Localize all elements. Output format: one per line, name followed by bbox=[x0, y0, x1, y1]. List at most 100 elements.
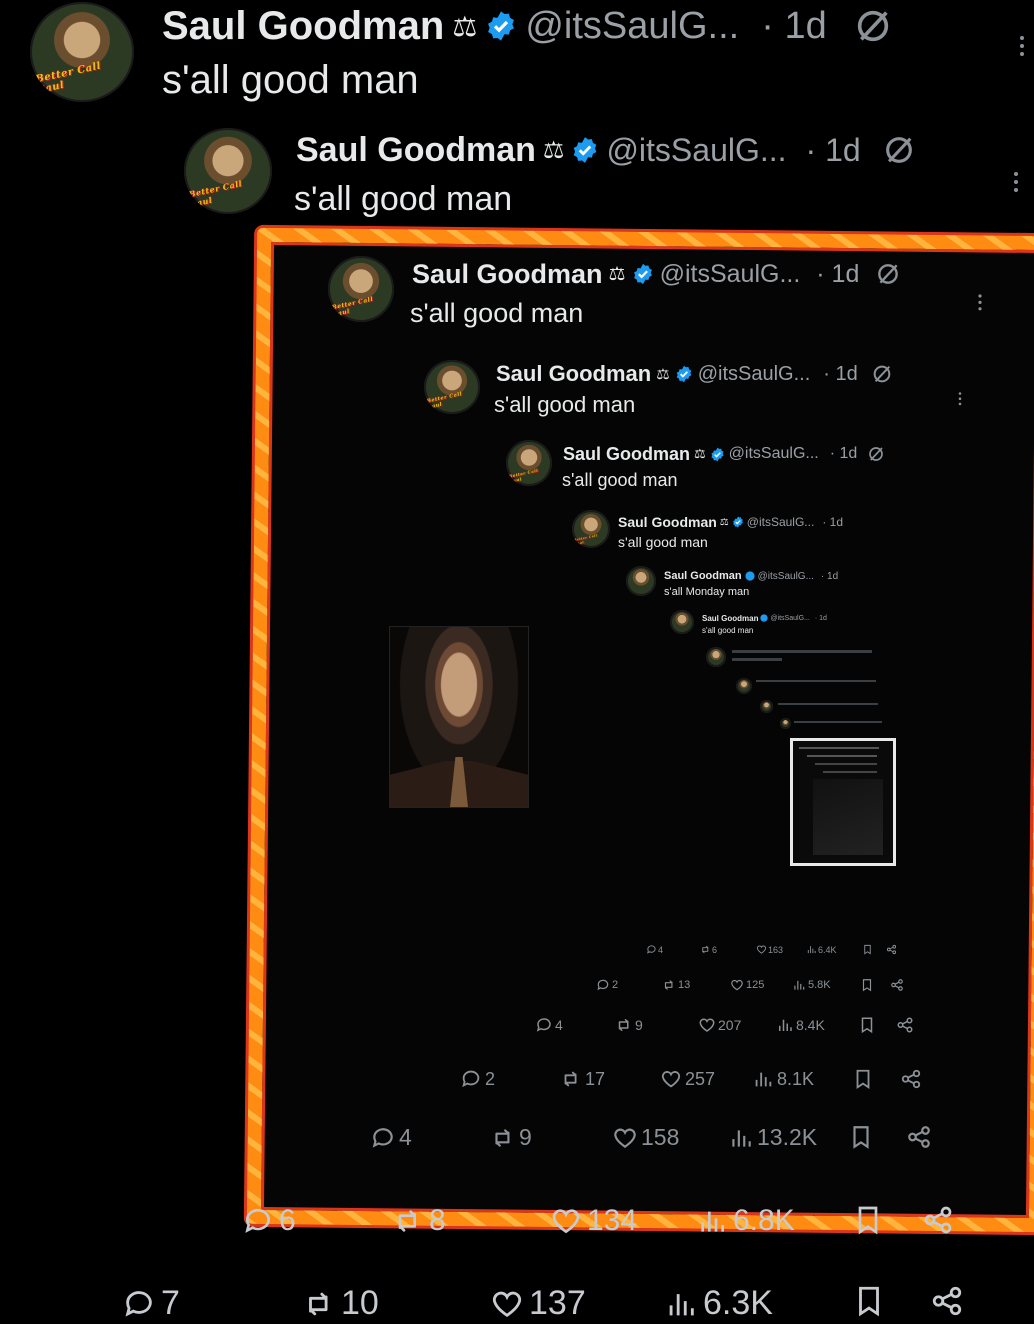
avatar[interactable]: Better Call Saul bbox=[184, 128, 272, 214]
reply-button[interactable]: 4 bbox=[535, 1016, 563, 1034]
views-button[interactable]: 6.8K bbox=[696, 1204, 795, 1238]
like-button[interactable]: 163 bbox=[756, 944, 783, 955]
author-handle[interactable]: @itsSaulG... bbox=[525, 5, 739, 48]
like-button[interactable]: 125 bbox=[730, 978, 764, 992]
views-count: 8.4K bbox=[796, 1017, 825, 1033]
views-button[interactable]: 6.4K bbox=[806, 944, 837, 955]
tweet-text: s'all good man bbox=[618, 534, 708, 550]
author-handle[interactable]: @itsSaulG... bbox=[698, 363, 811, 386]
bookmark-button[interactable] bbox=[852, 1284, 886, 1318]
timestamp[interactable]: · 1d bbox=[806, 132, 861, 169]
share-button[interactable] bbox=[886, 944, 897, 955]
avatar[interactable] bbox=[670, 610, 694, 634]
share-button[interactable] bbox=[922, 1204, 954, 1236]
reply-button[interactable]: 6 bbox=[242, 1204, 296, 1238]
avatar bbox=[736, 678, 752, 694]
reply-button[interactable]: 4 bbox=[646, 944, 663, 955]
reply-button[interactable]: 4 bbox=[370, 1124, 412, 1151]
avatar[interactable] bbox=[626, 566, 656, 596]
timestamp[interactable]: · 1d bbox=[830, 445, 858, 463]
avatar[interactable]: Better Call Saul bbox=[424, 360, 480, 414]
like-button[interactable]: 137 bbox=[490, 1284, 586, 1323]
author-handle[interactable]: @itsSaulG... bbox=[770, 615, 809, 622]
avatar[interactable]: Better Call Saul bbox=[30, 2, 134, 102]
repost-button[interactable]: 6 bbox=[700, 944, 717, 955]
bookmark-button[interactable] bbox=[862, 944, 873, 955]
verified-icon bbox=[676, 365, 691, 383]
avatar bbox=[706, 647, 726, 667]
bookmark-icon bbox=[864, 944, 871, 955]
share-button[interactable] bbox=[930, 1284, 964, 1318]
author-name[interactable]: Saul Goodman bbox=[496, 361, 651, 387]
repost-icon bbox=[618, 1019, 629, 1031]
verified-icon bbox=[745, 571, 755, 581]
repost-button[interactable]: 17 bbox=[560, 1068, 605, 1090]
repost-button[interactable]: 9 bbox=[615, 1016, 643, 1034]
share-button[interactable] bbox=[906, 1124, 932, 1150]
bookmark-button[interactable] bbox=[852, 1068, 874, 1090]
grok-icon[interactable] bbox=[875, 261, 901, 287]
avatar[interactable]: Better Call Saul bbox=[506, 440, 552, 486]
bookmark-button[interactable] bbox=[852, 1204, 884, 1236]
bookmark-button[interactable] bbox=[858, 1016, 876, 1034]
grok-icon[interactable] bbox=[871, 363, 893, 385]
avatar[interactable]: Better Call Saul bbox=[328, 256, 394, 322]
author-name[interactable]: Saul Goodman bbox=[664, 570, 742, 582]
author-name[interactable]: Saul Goodman bbox=[618, 514, 717, 530]
views-icon bbox=[669, 1293, 694, 1315]
author-name[interactable]: Saul Goodman bbox=[412, 259, 603, 290]
timestamp[interactable]: · 1d bbox=[823, 363, 857, 386]
share-icon bbox=[908, 1126, 930, 1148]
author-handle[interactable]: @itsSaulG... bbox=[660, 260, 801, 289]
nested-frame bbox=[813, 779, 883, 855]
bookmark-button[interactable] bbox=[848, 1124, 874, 1150]
verified-icon bbox=[488, 11, 515, 41]
bookmark-button[interactable] bbox=[860, 978, 874, 992]
nested-tweet-line bbox=[778, 703, 878, 705]
grok-icon[interactable] bbox=[867, 445, 885, 463]
author-name[interactable]: Saul Goodman bbox=[563, 444, 690, 465]
avatar[interactable]: Better Call Saul bbox=[572, 510, 610, 548]
views-button[interactable]: 6.3K bbox=[664, 1284, 773, 1323]
views-count: 5.8K bbox=[808, 979, 831, 991]
grok-icon[interactable] bbox=[882, 133, 916, 167]
views-button[interactable]: 8.4K bbox=[776, 1016, 825, 1034]
like-button[interactable]: 134 bbox=[550, 1204, 637, 1238]
views-button[interactable]: 8.1K bbox=[752, 1068, 814, 1090]
like-button[interactable]: 257 bbox=[660, 1068, 715, 1090]
reply-button[interactable]: 2 bbox=[596, 978, 618, 992]
more-icon[interactable] bbox=[978, 294, 982, 313]
author-name[interactable]: Saul Goodman bbox=[296, 131, 536, 170]
share-button[interactable] bbox=[896, 1016, 914, 1034]
reply-button[interactable]: 7 bbox=[122, 1284, 180, 1323]
reply-button[interactable]: 2 bbox=[460, 1068, 495, 1090]
like-button[interactable]: 207 bbox=[698, 1016, 741, 1034]
more-icon[interactable] bbox=[1020, 36, 1024, 60]
share-button[interactable] bbox=[890, 978, 904, 992]
author-name[interactable]: Saul Goodman bbox=[702, 614, 758, 623]
timestamp[interactable]: · 1d bbox=[815, 615, 827, 622]
timestamp[interactable]: · 1d bbox=[822, 515, 843, 529]
author-handle[interactable]: @itsSaulG... bbox=[606, 132, 786, 169]
saul-portrait-image[interactable] bbox=[390, 627, 528, 807]
views-button[interactable]: 5.8K bbox=[792, 978, 831, 992]
more-icon[interactable] bbox=[1014, 172, 1018, 196]
repost-button[interactable]: 13 bbox=[662, 978, 690, 992]
timestamp[interactable]: · 1d bbox=[816, 260, 859, 289]
views-button[interactable]: 13.2K bbox=[728, 1124, 817, 1151]
tweet-text: s'all good man bbox=[494, 392, 636, 417]
like-icon bbox=[731, 979, 743, 991]
repost-button[interactable]: 9 bbox=[490, 1124, 532, 1151]
author-name[interactable]: Saul Goodman bbox=[162, 4, 444, 49]
share-button[interactable] bbox=[900, 1068, 922, 1090]
like-button[interactable]: 158 bbox=[612, 1124, 679, 1151]
repost-button[interactable]: 10 bbox=[302, 1284, 379, 1323]
author-handle[interactable]: @itsSaulG... bbox=[747, 515, 815, 529]
author-handle[interactable]: @itsSaulG... bbox=[758, 571, 814, 582]
grok-icon[interactable] bbox=[853, 6, 893, 46]
timestamp[interactable]: · 1d bbox=[821, 571, 838, 582]
author-handle[interactable]: @itsSaulG... bbox=[729, 445, 819, 463]
more-icon[interactable] bbox=[958, 392, 962, 408]
repost-button[interactable]: 8 bbox=[392, 1204, 446, 1238]
timestamp[interactable]: · 1d bbox=[761, 5, 826, 48]
